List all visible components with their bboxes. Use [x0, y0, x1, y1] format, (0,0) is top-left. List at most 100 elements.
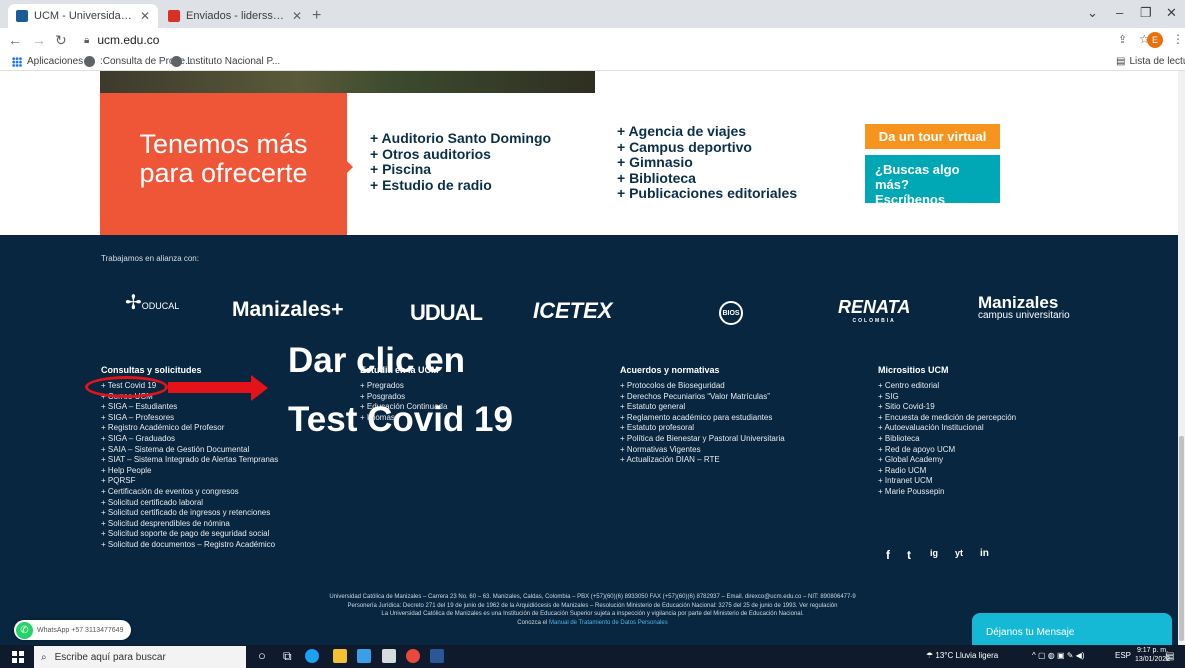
col-title-acuerdos: Acuerdos y normativas: [620, 365, 720, 375]
facility-link[interactable]: + Agencia de viajes: [617, 123, 797, 140]
footer-link[interactable]: Derechos Pecuniarios “Valor Matrículas”: [620, 392, 785, 403]
edge-icon[interactable]: [305, 649, 319, 663]
footer-link[interactable]: SIGA – Profesores: [101, 413, 278, 424]
tab-gmail[interactable]: Enviados - liderssst@ucm.edu.co ✕: [160, 4, 310, 28]
footer-link[interactable]: Solicitud desprendibles de nómina: [101, 519, 278, 530]
facebook-icon[interactable]: f: [886, 548, 890, 562]
facility-link[interactable]: + Gimnasio: [617, 154, 797, 171]
footer-link[interactable]: Biblioteca: [878, 434, 1016, 445]
scrollbar-thumb[interactable]: [1179, 436, 1184, 641]
weather-widget[interactable]: ☂ 13°C Lluvia ligera: [926, 651, 998, 660]
facility-link[interactable]: + Estudio de radio: [370, 177, 551, 194]
windows-start-icon[interactable]: [12, 651, 24, 663]
chrome-icon[interactable]: [406, 649, 420, 663]
bookmark-apps[interactable]: Aplicaciones: [12, 56, 83, 67]
cortana-icon[interactable]: ○: [258, 648, 266, 663]
tab-search-icon[interactable]: ⌄: [1087, 5, 1098, 21]
minimize-icon[interactable]: –: [1116, 5, 1123, 20]
footer-link[interactable]: Radio UCM: [878, 466, 1016, 477]
address-bar[interactable]: 🔒︎ ucm.edu.co: [84, 33, 159, 47]
close-tab-icon[interactable]: ✕: [292, 9, 302, 23]
store-icon[interactable]: [382, 649, 396, 663]
language-indicator[interactable]: ESP: [1115, 651, 1131, 660]
menu-kebab-icon[interactable]: ⋮: [1172, 32, 1184, 46]
tab-ucm[interactable]: UCM - Universidad Católica de M ✕: [8, 4, 158, 28]
footer-link[interactable]: PQRSF: [101, 476, 278, 487]
footer-link[interactable]: Solicitud certificado laboral: [101, 498, 278, 509]
renata-logo[interactable]: RENATA COLOMBIA: [838, 297, 910, 324]
linkedin-icon[interactable]: in: [980, 548, 989, 559]
footer-link[interactable]: Red de apoyo UCM: [878, 445, 1016, 456]
instruction-overlay-line1: Dar clic en: [288, 341, 466, 380]
taskbar-search[interactable]: ⌕ Escribe aquí para buscar: [34, 646, 246, 668]
reload-icon[interactable]: ↻: [55, 32, 67, 49]
profile-avatar[interactable]: E: [1147, 32, 1163, 48]
bios-logo[interactable]: BIOS: [719, 301, 743, 325]
close-window-icon[interactable]: ✕: [1166, 5, 1177, 21]
twitter-icon[interactable]: t: [907, 548, 911, 562]
footer-link[interactable]: Solicitud de documentos – Registro Acadé…: [101, 540, 278, 551]
footer-link[interactable]: SIG: [878, 392, 1016, 403]
footer-link[interactable]: Actualización DIAN – RTE: [620, 455, 785, 466]
footer-link[interactable]: Reglamento académico para estudiantes: [620, 413, 785, 424]
footer-link[interactable]: Global Academy: [878, 455, 1016, 466]
footer-link[interactable]: SIGA – Estudiantes: [101, 402, 278, 413]
footer-link[interactable]: Política de Bienestar y Pastoral Univers…: [620, 434, 785, 445]
facility-link[interactable]: + Piscina: [370, 161, 551, 178]
data-policy-link[interactable]: Manual de Tratamiento de Datos Personale…: [549, 620, 668, 626]
facility-link[interactable]: + Publicaciones editoriales: [617, 185, 797, 202]
file-explorer-icon[interactable]: [333, 649, 347, 663]
task-view-icon[interactable]: ⧉: [283, 649, 292, 664]
footer-link[interactable]: Estatuto general: [620, 402, 785, 413]
instagram-icon[interactable]: ig: [930, 548, 938, 558]
udual-logo[interactable]: UDUAL: [410, 300, 483, 326]
footer-link[interactable]: Autoevaluación Institucional: [878, 423, 1016, 434]
share-icon[interactable]: ⇪: [1118, 33, 1127, 46]
footer-link[interactable]: Solicitud certificado de ingresos y rete…: [101, 508, 278, 519]
facility-link[interactable]: + Auditorio Santo Domingo: [370, 130, 551, 147]
footer-link[interactable]: Registro Académico del Profesor: [101, 423, 278, 434]
footer-link[interactable]: Marie Poussepin: [878, 487, 1016, 498]
footer-link[interactable]: Centro editorial: [878, 381, 1016, 392]
icetex-logo[interactable]: ICETEX: [533, 298, 612, 324]
reading-list[interactable]: ▤ Lista de lectura: [1116, 56, 1185, 67]
contact-button-line: Escríbenos: [875, 192, 946, 207]
footer-link[interactable]: Normativas Vigentes: [620, 445, 785, 456]
mail-icon[interactable]: [357, 649, 371, 663]
tray-icons[interactable]: ^ ▢ ◍ ▣ ✎ ◀): [1032, 651, 1084, 660]
virtual-tour-button[interactable]: Da un tour virtual: [865, 124, 1000, 149]
footer-link[interactable]: Sitio Covid-19: [878, 402, 1016, 413]
facility-link[interactable]: + Campus deportivo: [617, 139, 797, 156]
restore-icon[interactable]: ❐: [1140, 5, 1152, 21]
footer-link[interactable]: Estatuto profesoral: [620, 423, 785, 434]
footer-link[interactable]: Help People: [101, 466, 278, 477]
close-tab-icon[interactable]: ✕: [140, 9, 150, 23]
contact-button[interactable]: ¿Buscas algo más? Escríbenos: [865, 155, 1000, 207]
whatsapp-button[interactable]: ✆ WhatsApp +57 3113477649: [14, 620, 131, 640]
footer-link[interactable]: Protocolos de Bioseguridad: [620, 381, 785, 392]
oducal-logo[interactable]: ✢ODUCAL: [125, 290, 179, 315]
facility-link[interactable]: + Biblioteca: [617, 170, 797, 187]
back-icon[interactable]: ←: [8, 32, 22, 48]
word-icon[interactable]: [430, 649, 444, 663]
footer-link[interactable]: Certificación de eventos y congresos: [101, 487, 278, 498]
footer-link[interactable]: Pregrados: [360, 381, 447, 392]
chat-message-button[interactable]: Déjanos tu Mensaje: [972, 613, 1172, 645]
offer-title: Tenemos más para ofrecerte: [100, 130, 347, 188]
legal-prefix: Conozca el: [517, 619, 548, 626]
forward-icon[interactable]: →: [32, 32, 46, 48]
footer-link[interactable]: Intranet UCM: [878, 476, 1016, 487]
footer-link[interactable]: Solicitud soporte de pago de seguridad s…: [101, 529, 278, 540]
facility-link[interactable]: + Otros auditorios: [370, 146, 551, 163]
manizales-campus-logo[interactable]: Manizales campus universitario: [978, 294, 1070, 322]
highlight-oval: [85, 376, 168, 398]
youtube-icon[interactable]: yt: [955, 548, 963, 558]
footer-link[interactable]: SIGA – Graduados: [101, 434, 278, 445]
bookmark-instituto[interactable]: Instituto Nacional P...: [171, 56, 280, 67]
notifications-icon[interactable]: ▤: [1165, 651, 1174, 662]
footer-link[interactable]: SAIA – Sistema de Gestión Documental: [101, 445, 278, 456]
footer-link[interactable]: Encuesta de medición de percepción: [878, 413, 1016, 424]
new-tab-button[interactable]: +: [312, 7, 321, 25]
manizales-plus-logo[interactable]: Manizales+: [232, 298, 343, 322]
footer-link[interactable]: SIAT – Sistema Integrado de Alertas Temp…: [101, 455, 278, 466]
